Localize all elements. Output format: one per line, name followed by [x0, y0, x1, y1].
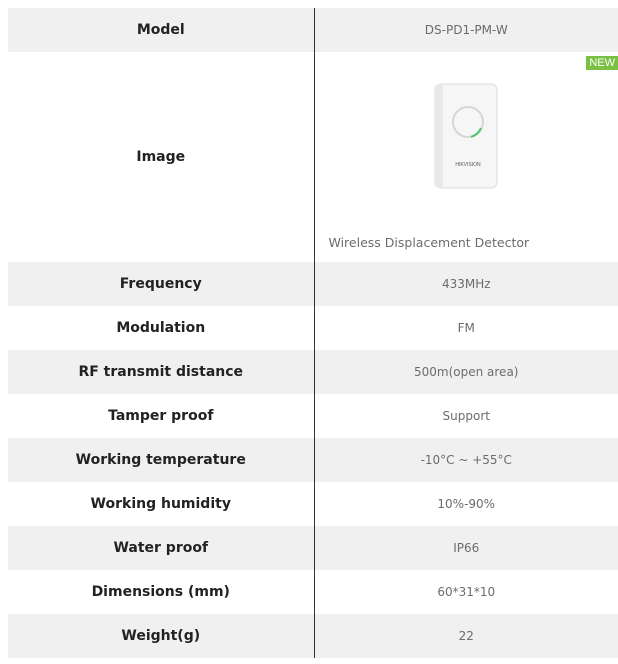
row-tamper-proof: Tamper proof Support	[8, 394, 618, 438]
row-label: Weight(g)	[121, 628, 201, 644]
row-water-proof: Water proof IP66	[8, 526, 618, 570]
row-working-temperature: Working temperature -10°C ~ +55°C	[8, 438, 618, 482]
row-weight: Weight(g) 22	[8, 614, 618, 658]
row-value: 60*31*10	[313, 570, 618, 614]
row-label: Modulation	[116, 320, 206, 336]
product-brand: HIKVISION	[456, 162, 482, 168]
row-value: Support	[313, 394, 618, 438]
row-label: Tamper proof	[108, 408, 214, 424]
spec-table: Model DS-PD1-PM-W Image NEW HIKVISION Wi…	[8, 8, 618, 658]
new-badge: NEW	[586, 56, 618, 70]
row-frequency: Frequency 433MHz	[8, 262, 618, 306]
row-label: RF transmit distance	[78, 364, 244, 380]
row-image: Image NEW HIKVISION Wireless Displacemen…	[8, 52, 618, 262]
row-value: 433MHz	[313, 262, 618, 306]
row-label: Water proof	[113, 540, 209, 556]
row-model: Model DS-PD1-PM-W	[8, 8, 618, 52]
row-value: DS-PD1-PM-W	[313, 8, 618, 52]
row-value: IP66	[313, 526, 618, 570]
row-label: Model	[136, 22, 185, 38]
product-image: HIKVISION	[434, 83, 498, 189]
row-rf-distance: RF transmit distance 500m(open area)	[8, 350, 618, 394]
row-label: Image	[136, 149, 186, 165]
row-label: Frequency	[119, 276, 202, 292]
row-value: -10°C ~ +55°C	[313, 438, 618, 482]
product-caption: Wireless Displacement Detector	[328, 235, 530, 250]
row-label: Dimensions (mm)	[91, 584, 230, 600]
row-modulation: Modulation FM	[8, 306, 618, 350]
row-label: Working temperature	[75, 452, 246, 468]
row-value: 22	[313, 614, 618, 658]
row-value: 10%-90%	[313, 482, 618, 526]
row-working-humidity: Working humidity 10%-90%	[8, 482, 618, 526]
row-value: 500m(open area)	[313, 350, 618, 394]
image-cell: NEW HIKVISION Wireless Displacement Dete…	[313, 52, 618, 262]
row-label: Working humidity	[90, 496, 231, 512]
row-value: FM	[313, 306, 618, 350]
row-dimensions: Dimensions (mm) 60*31*10	[8, 570, 618, 614]
